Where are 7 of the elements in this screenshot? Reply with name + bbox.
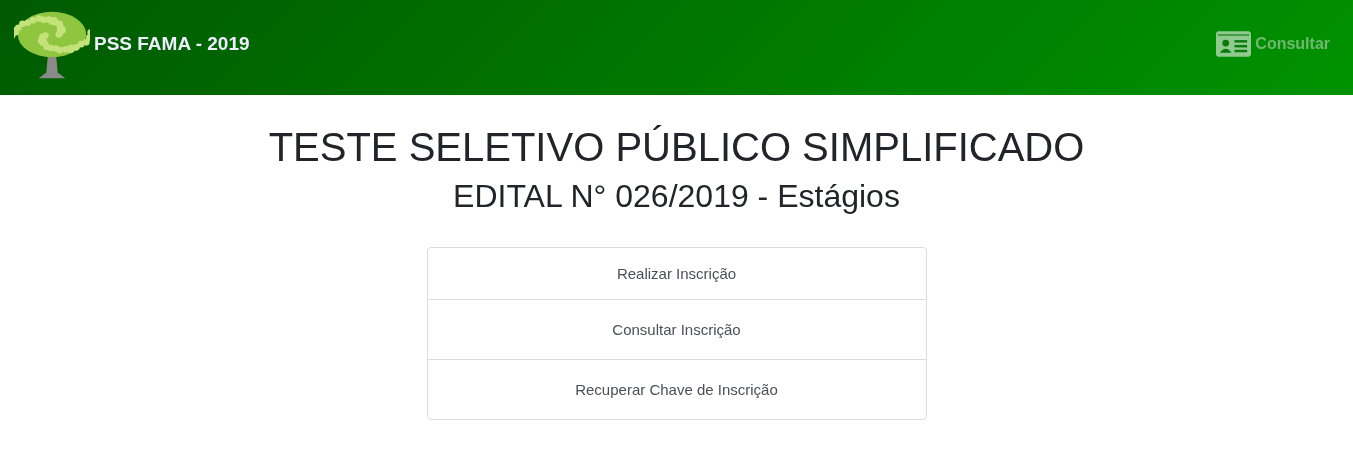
page-title: TESTE SELETIVO PÚBLICO SIMPLIFICADO bbox=[267, 125, 1086, 169]
menu-item[interactable]: Recuperar Chave de Inscrição bbox=[427, 359, 926, 419]
id-card-icon bbox=[1216, 30, 1252, 57]
brand-link[interactable]: PSS FAMA - 2019 bbox=[94, 32, 250, 55]
page-subtitle: EDITAL N° 026/2019 - Estágios bbox=[452, 177, 901, 215]
menu-item[interactable]: Realizar Inscrição bbox=[427, 248, 926, 299]
menu-item[interactable]: Consultar Inscrição bbox=[427, 299, 926, 359]
